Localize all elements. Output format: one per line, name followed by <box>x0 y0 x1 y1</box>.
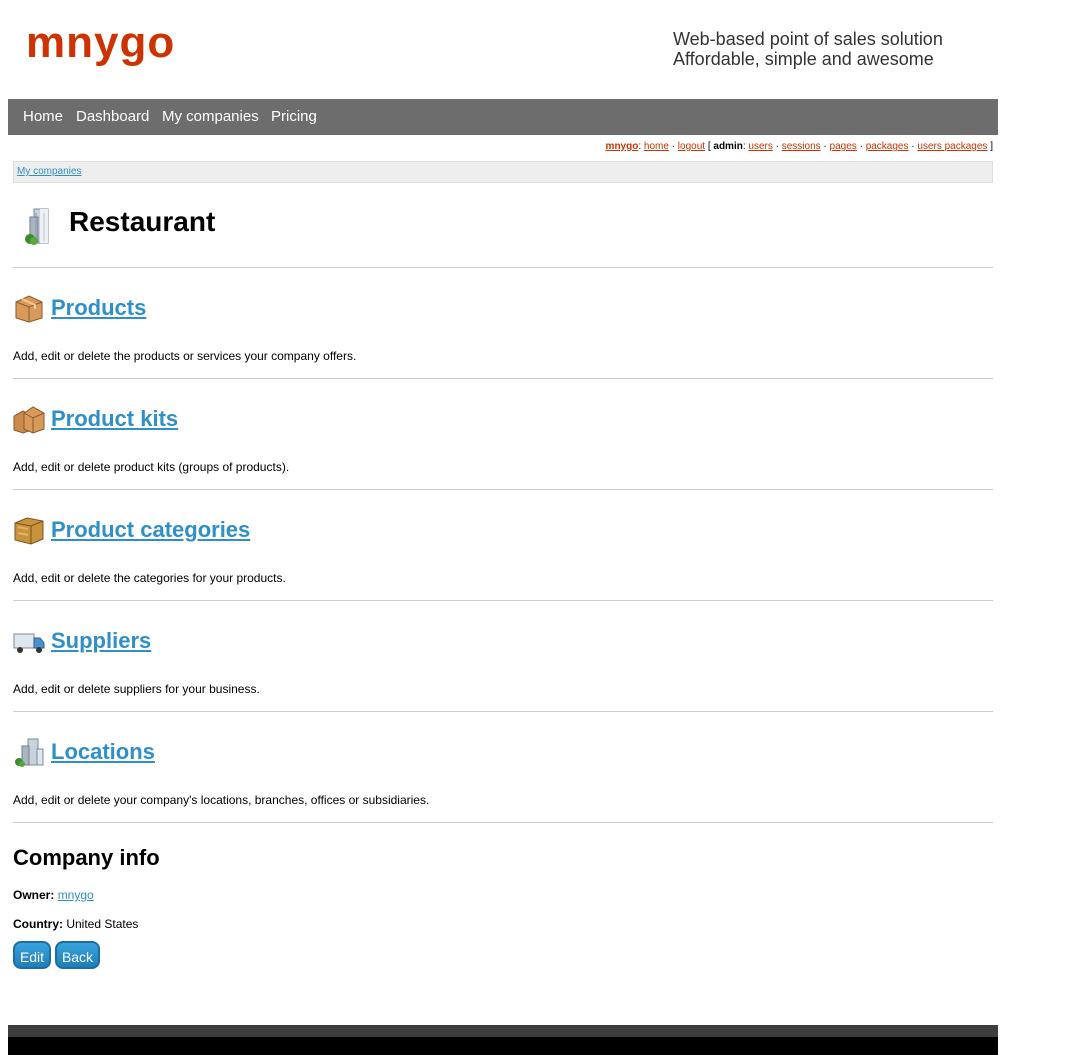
tagline-line-1: Web-based point of sales solution <box>673 29 943 49</box>
country-line: Country: United States <box>13 917 138 931</box>
admin-pages-link[interactable]: pages <box>830 141 857 152</box>
tagline-line-2: Affordable, simple and awesome <box>673 49 934 69</box>
logo[interactable]: mnygo <box>26 18 175 68</box>
admin-bar: mnygo: home · logout [ admin: users · se… <box>605 141 993 152</box>
nav-my-companies[interactable]: My companies <box>162 108 259 125</box>
admin-sessions-link[interactable]: sessions <box>782 141 821 152</box>
building-icon <box>25 208 49 245</box>
section-desc-product-categories: Add, edit or delete the categories for y… <box>13 571 286 585</box>
section-title-locations[interactable]: Locations <box>51 739 155 765</box>
back-button[interactable]: Back <box>55 941 100 969</box>
section-desc-locations: Add, edit or delete your company's locat… <box>13 793 430 807</box>
section-desc-products: Add, edit or delete the products or serv… <box>13 349 357 363</box>
section-title-product-categories[interactable]: Product categories <box>51 517 250 543</box>
divider <box>13 600 993 601</box>
company-info-heading: Company info <box>13 845 160 870</box>
nav-pricing[interactable]: Pricing <box>271 108 317 125</box>
admin-users-link[interactable]: users <box>748 141 772 152</box>
breadcrumb: My companies <box>13 161 993 183</box>
admin-logout-link[interactable]: logout <box>678 141 705 152</box>
truck-icon <box>13 633 45 653</box>
owner-link[interactable]: mnygo <box>58 888 94 902</box>
country-value: United States <box>66 917 139 931</box>
main-nav: Home Dashboard My companies Pricing <box>8 99 998 135</box>
section-title-product-kits[interactable]: Product kits <box>51 406 178 432</box>
box-icon <box>14 517 44 545</box>
divider <box>13 489 993 490</box>
section-desc-suppliers: Add, edit or delete suppliers for your b… <box>13 682 260 696</box>
buildings-icon <box>15 738 44 767</box>
section-title-products[interactable]: Products <box>51 295 146 321</box>
section-desc-product-kits: Add, edit or delete product kits (groups… <box>13 460 290 474</box>
admin-home-link[interactable]: home <box>644 141 669 152</box>
breadcrumb-my-companies[interactable]: My companies <box>17 166 81 177</box>
footer <box>8 1037 998 1055</box>
tagline: Web-based point of sales solution Afford… <box>673 29 943 69</box>
admin-users-packages-link[interactable]: users packages <box>917 141 987 152</box>
nav-home[interactable]: Home <box>23 108 63 125</box>
page-title: Restaurant <box>69 206 216 237</box>
page: mnygo Web-based point of sales solution … <box>8 0 998 1055</box>
divider <box>13 378 993 379</box>
divider <box>13 711 993 712</box>
divider <box>13 822 993 823</box>
packages-icon <box>13 406 45 434</box>
owner-label: Owner: <box>13 888 55 902</box>
footer-bar <box>8 1025 998 1037</box>
nav-dashboard[interactable]: Dashboard <box>76 108 149 125</box>
edit-button[interactable]: Edit <box>13 941 51 969</box>
owner-line: Owner: mnygo <box>13 888 94 902</box>
divider <box>13 267 993 268</box>
admin-brand-link[interactable]: mnygo <box>606 141 639 152</box>
section-title-suppliers[interactable]: Suppliers <box>51 628 151 654</box>
admin-label: admin <box>713 141 743 152</box>
country-label: Country: <box>13 917 63 931</box>
admin-packages-link[interactable]: packages <box>866 141 909 152</box>
package-icon <box>15 295 43 323</box>
